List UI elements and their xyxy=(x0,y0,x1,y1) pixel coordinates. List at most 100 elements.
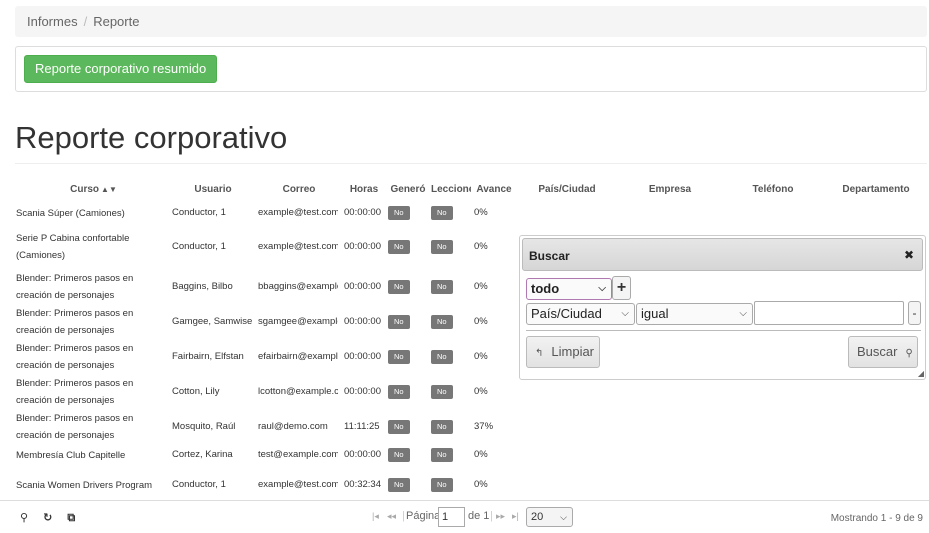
course-cell: Blender: Primeros pasos en creación de p… xyxy=(16,308,134,336)
status-badge: No xyxy=(431,315,453,329)
remove-rule-button[interactable]: - xyxy=(908,301,921,325)
user-cell: Cortez, Karina xyxy=(172,449,233,460)
hours-cell: 00:00:00 xyxy=(344,316,381,327)
progress-cell: 0% xyxy=(474,351,488,362)
dialog-divider xyxy=(526,330,921,331)
email-cell: test@example.com xyxy=(258,449,338,460)
user-cell: Baggins, Bilbo xyxy=(172,281,233,292)
add-rule-button[interactable]: + xyxy=(612,276,631,300)
lessons-cell: No xyxy=(431,350,453,364)
hours-cell: 00:00:00 xyxy=(344,207,381,218)
course-cell: Scania Women Drivers Program xyxy=(16,480,153,491)
user-cell: Gamgee, Samwise xyxy=(172,316,253,327)
hours-cell: 00:00:00 xyxy=(344,241,381,252)
col-usuario[interactable]: Usuario xyxy=(172,184,254,195)
email-cell: example@test.com xyxy=(258,241,338,252)
chevron-down-icon: ⌵ xyxy=(598,283,606,294)
progress-cell: 0% xyxy=(474,479,488,490)
actions-panel: Reporte corporativo resumido xyxy=(15,46,927,92)
email-cell: example@test.com xyxy=(258,479,338,490)
pager-separator: | xyxy=(402,510,405,522)
col-departamento[interactable]: Departamento xyxy=(826,184,926,195)
col-correo[interactable]: Correo xyxy=(258,184,340,195)
resize-handle-icon[interactable]: ◢ xyxy=(918,369,924,378)
status-badge: No xyxy=(431,280,453,294)
table-row[interactable]: Blender: Primeros pasos en creación de p… xyxy=(0,410,520,444)
status-badge: No xyxy=(431,478,453,492)
lessons-cell: No xyxy=(431,385,453,399)
reset-button[interactable]: ↰ Limpiar xyxy=(526,336,600,368)
email-cell: bbaggins@example.com xyxy=(258,281,338,292)
table-row[interactable]: Blender: Primeros pasos en creación de p… xyxy=(0,340,520,374)
breadcrumb-informes[interactable]: Informes xyxy=(27,14,78,29)
course-cell: Blender: Primeros pasos en creación de p… xyxy=(16,273,134,301)
group-operator-select[interactable]: todo ⌵ xyxy=(526,278,612,300)
search-field-select[interactable]: País/Ciudad ⌵ xyxy=(526,303,635,325)
first-page-icon[interactable]: |◂ xyxy=(372,511,379,522)
page-title: Reporte corporativo xyxy=(15,120,288,155)
course-cell: Membresía Club Capitelle xyxy=(16,450,126,461)
user-cell: Cotton, Lily xyxy=(172,386,220,397)
search-dialog-header[interactable]: Buscar ✖ xyxy=(522,238,923,271)
hours-cell: 11:11:25 xyxy=(344,421,380,432)
chevron-down-icon: ⌵ xyxy=(560,512,567,522)
generated-cell: No xyxy=(388,478,410,492)
generated-cell: No xyxy=(388,280,410,294)
status-badge: No xyxy=(388,206,410,220)
status-badge: No xyxy=(431,206,453,220)
col-curso[interactable]: Curso ▲▼ xyxy=(16,184,171,195)
col-empresa[interactable]: Empresa xyxy=(620,184,720,195)
table-row[interactable]: Membresía Club Capitelle Cortez, Karina te… xyxy=(0,447,520,462)
sort-icon: ▲▼ xyxy=(101,185,117,194)
table-row[interactable]: Scania Women Drivers Program Conductor, 1… xyxy=(0,477,520,492)
generated-cell: No xyxy=(388,206,410,220)
status-badge: No xyxy=(388,280,410,294)
page-number-input[interactable]: 1 xyxy=(438,507,465,527)
lessons-cell: No xyxy=(431,240,453,254)
status-badge: No xyxy=(388,350,410,364)
next-page-icon[interactable]: ▸▸ xyxy=(496,511,505,522)
user-cell: Conductor, 1 xyxy=(172,241,226,252)
status-badge: No xyxy=(388,478,410,492)
generated-cell: No xyxy=(388,448,410,462)
page-total-label: de 1 xyxy=(468,510,490,522)
col-pais[interactable]: País/Ciudad xyxy=(517,184,617,195)
page-size-select[interactable]: 20 ⌵ xyxy=(526,507,573,527)
records-info: Mostrando 1 - 9 de 9 xyxy=(830,513,923,524)
columns-icon[interactable]: ⧉ xyxy=(67,512,75,524)
table-row[interactable]: Scania Súper (Camiones) Conductor, 1 examp… xyxy=(0,205,520,220)
search-icon[interactable]: ⚲ xyxy=(20,512,28,524)
course-cell: Scania Súper (Camiones) xyxy=(16,208,125,219)
email-cell: efairbairn@example.com xyxy=(258,351,338,362)
refresh-icon[interactable]: ↻ xyxy=(43,512,52,524)
generated-cell: No xyxy=(388,315,410,329)
undo-icon: ↰ xyxy=(535,348,544,359)
search-operator-select[interactable]: igual ⌵ xyxy=(636,303,753,325)
col-avance[interactable]: Avance xyxy=(474,184,514,195)
prev-page-icon[interactable]: ◂◂ xyxy=(387,511,396,522)
table-row[interactable]: Blender: Primeros pasos en creación de p… xyxy=(0,270,520,304)
table-row[interactable]: Blender: Primeros pasos en creación de p… xyxy=(0,305,520,339)
course-cell: Blender: Primeros pasos en creación de p… xyxy=(16,343,134,371)
status-badge: No xyxy=(431,350,453,364)
progress-cell: 0% xyxy=(474,316,488,327)
progress-cell: 0% xyxy=(474,281,488,292)
close-icon[interactable]: ✖ xyxy=(904,248,914,262)
email-cell: example@test.com xyxy=(258,207,338,218)
col-lecciones[interactable]: Lecciones xyxy=(431,184,471,195)
col-telefono[interactable]: Teléfono xyxy=(723,184,823,195)
table-row[interactable]: Blender: Primeros pasos en creación de p… xyxy=(0,375,520,409)
status-badge: No xyxy=(388,315,410,329)
last-page-icon[interactable]: ▸| xyxy=(512,511,519,522)
progress-cell: 0% xyxy=(474,449,488,460)
search-value-input[interactable] xyxy=(754,301,904,325)
email-cell: raul@demo.com xyxy=(258,421,328,432)
col-genero[interactable]: Generó xyxy=(388,184,428,195)
col-horas[interactable]: Horas xyxy=(344,184,384,195)
summary-report-button[interactable]: Reporte corporativo resumido xyxy=(24,55,218,83)
table-row[interactable]: Serie P Cabina confortable (Camiones) Con… xyxy=(0,230,520,264)
search-dialog-title: Buscar xyxy=(529,249,570,263)
hours-cell: 00:32:34 xyxy=(344,479,381,490)
title-divider xyxy=(15,163,927,164)
find-button[interactable]: Buscar ⚲ xyxy=(848,336,918,368)
